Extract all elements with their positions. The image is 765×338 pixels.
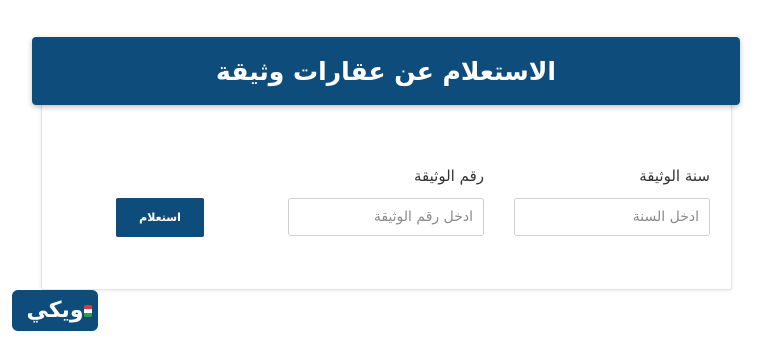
page-title: الاستعلام عن عقارات وثيقة [216, 56, 556, 86]
document-year-input[interactable] [514, 198, 710, 236]
flag-icon [84, 305, 92, 317]
document-year-label: سنة الوثيقة [639, 167, 710, 185]
document-number-input[interactable] [288, 198, 484, 236]
form-header: الاستعلام عن عقارات وثيقة [32, 37, 740, 105]
document-number-label: رقم الوثيقة [414, 167, 484, 185]
logo-text: ويكي [26, 298, 84, 323]
wiki-logo: ويكي [12, 290, 98, 331]
form-card [41, 100, 732, 290]
inquiry-button[interactable]: استعلام [116, 198, 204, 237]
